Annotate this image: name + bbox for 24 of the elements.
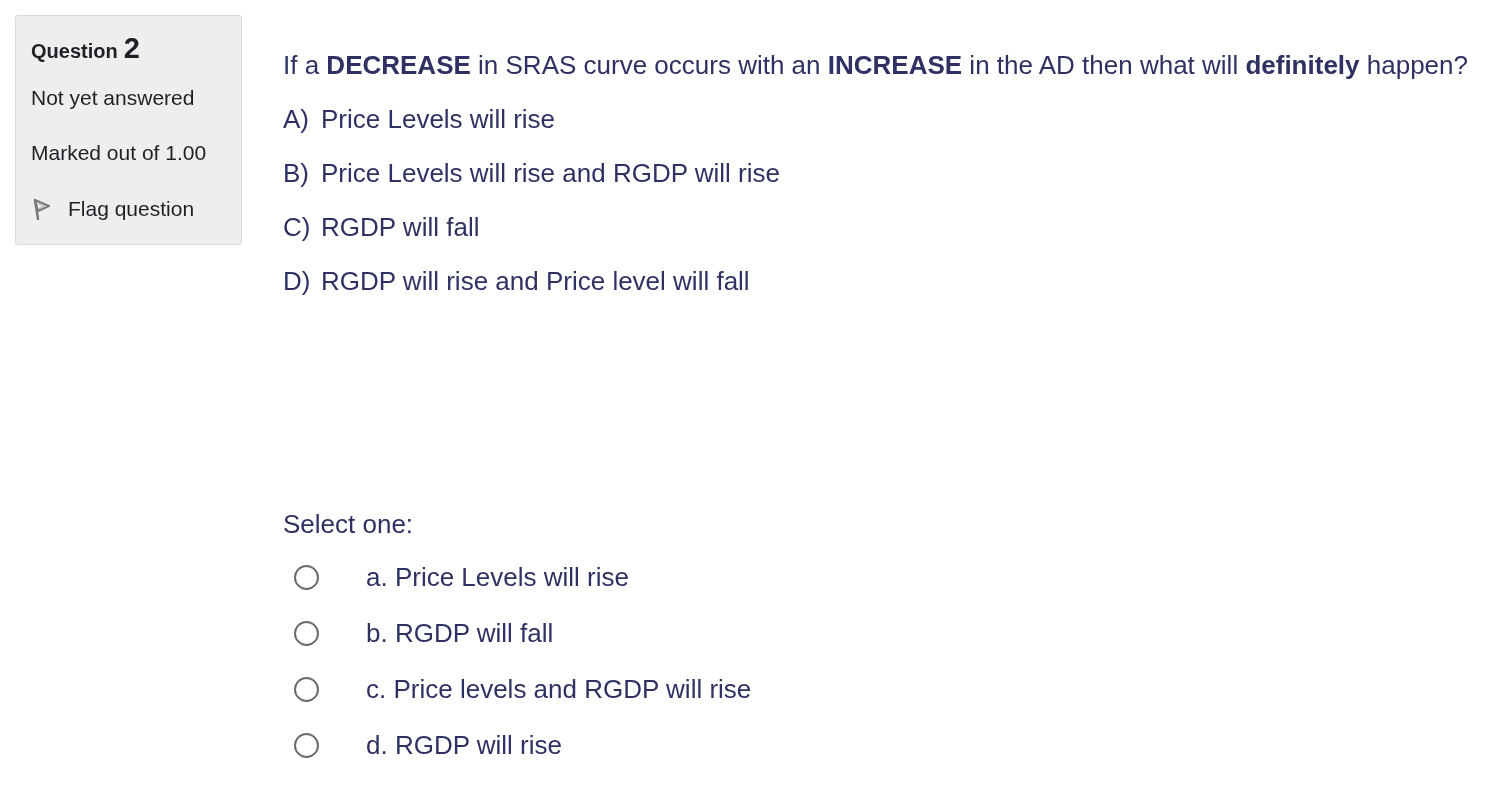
- question-text: If a DECREASE in SRAS curve occurs with an INCREASE in the AD then what will definitely happen?: [283, 49, 1468, 82]
- question-grade: Marked out of 1.00: [31, 140, 207, 166]
- option-label[interactable]: b. RGDP will fall: [366, 615, 554, 651]
- choice-letter: A): [283, 103, 310, 136]
- radio-button[interactable]: [294, 732, 319, 758]
- question-state: Not yet answered: [31, 85, 195, 111]
- choice-text: RGDP will rise and Price level will fall: [321, 265, 750, 298]
- flag-icon[interactable]: [33, 198, 51, 220]
- flag-question-link[interactable]: Flag question: [68, 195, 195, 223]
- radio-button[interactable]: [294, 564, 319, 590]
- radio-button[interactable]: [294, 676, 319, 702]
- option-label[interactable]: a. Price Levels will rise: [366, 559, 629, 595]
- select-one-prompt: Select one:: [283, 508, 414, 541]
- question-label: Question: [31, 39, 118, 64]
- option-label[interactable]: d. RGDP will rise: [366, 727, 562, 763]
- choice-text: Price Levels will rise and RGDP will rise: [321, 157, 780, 190]
- option-label[interactable]: c. Price levels and RGDP will rise: [366, 671, 752, 707]
- choice-text: Price Levels will rise: [321, 103, 556, 136]
- radio-button[interactable]: [294, 620, 319, 646]
- choice-text: RGDP will fall: [321, 211, 480, 244]
- choice-letter: C): [283, 211, 312, 244]
- choice-letter: D): [283, 265, 312, 298]
- choice-letter: B): [283, 157, 310, 190]
- question-number: 2: [123, 34, 140, 63]
